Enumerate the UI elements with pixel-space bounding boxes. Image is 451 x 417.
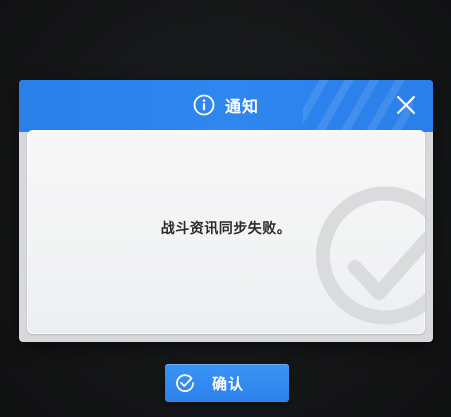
dialog-message: 战斗资讯同步失败。	[160, 221, 292, 237]
notification-dialog: 通知 战斗资讯同步失败。	[19, 80, 433, 342]
info-icon	[193, 94, 215, 116]
checkmark-icon	[316, 186, 425, 325]
dialog-title-group: 通知	[19, 80, 433, 130]
close-button[interactable]	[393, 92, 419, 118]
close-icon	[397, 96, 415, 114]
dialog-title: 通知	[224, 97, 259, 116]
check-circle-icon	[176, 374, 194, 393]
dialog-body: 战斗资讯同步失败。	[27, 130, 425, 334]
dialog-header: 通知	[19, 80, 433, 132]
confirm-button-label: 确认	[211, 374, 244, 393]
confirm-button[interactable]: 确认	[165, 364, 289, 402]
